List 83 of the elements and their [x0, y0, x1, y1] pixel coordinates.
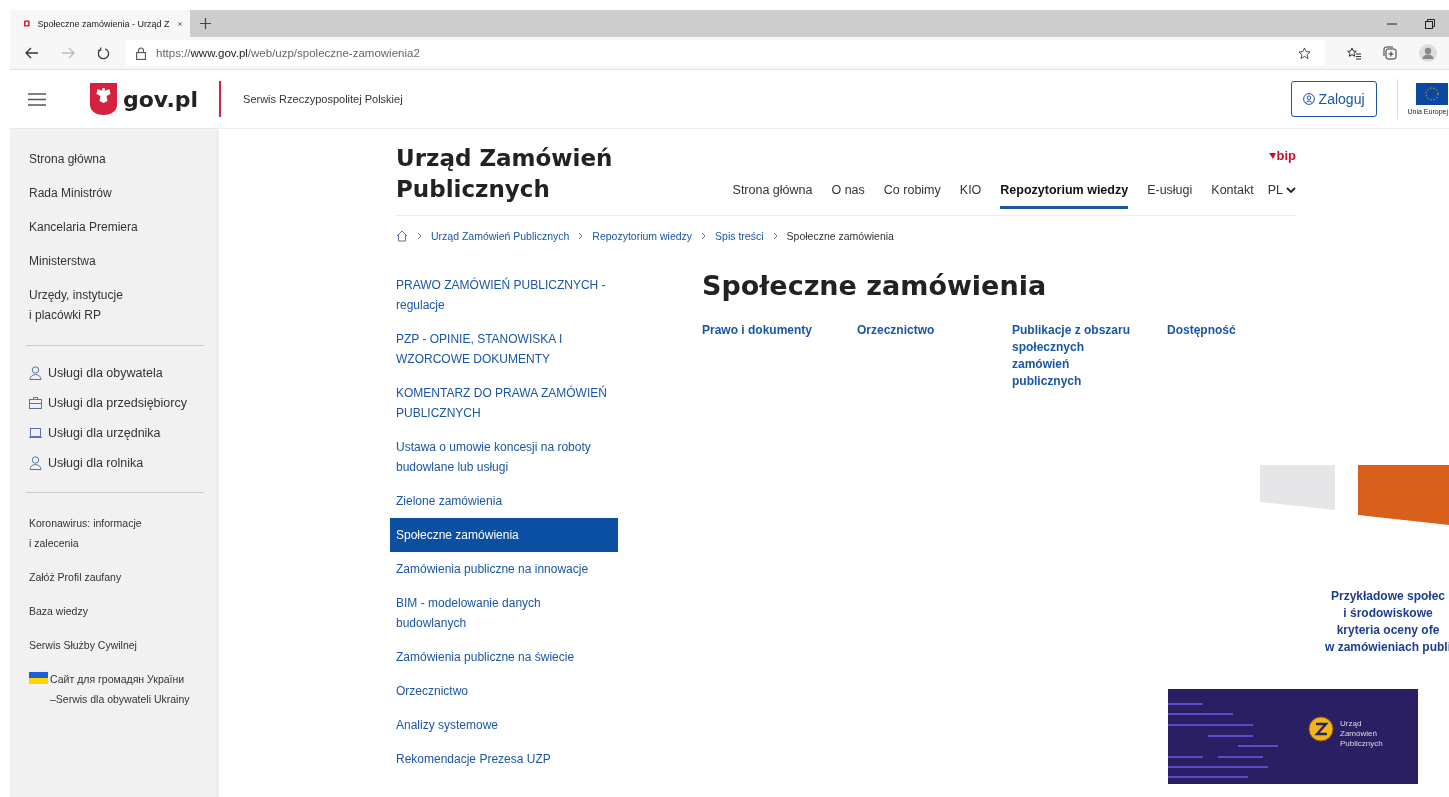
- ukraine-link[interactable]: Сайт для громадян України –Serwis dla obywateli Ukrainy: [50, 669, 190, 709]
- section-menu-item[interactable]: PZP - OPINIE, STANOWISKA I WZORCOWE DOKUMENTY: [390, 322, 618, 376]
- section-menu-item[interactable]: BIM - modelowanie danych budowlanych: [390, 586, 618, 640]
- login-button[interactable]: Zaloguj: [1290, 81, 1377, 117]
- sidebar-link[interactable]: Urzędy, instytucje i placówki RP: [29, 285, 203, 325]
- user-icon: [1302, 93, 1315, 105]
- sidebar-link[interactable]: Kancelaria Premiera: [29, 217, 203, 237]
- section-menu-item[interactable]: PRAWO ZAMÓWIEŃ PUBLICZNYCH - regulacje: [390, 268, 618, 322]
- back-icon[interactable]: [25, 47, 39, 59]
- page-title: Społeczne zamówienia: [702, 269, 1048, 303]
- bip-flag-icon: [1268, 152, 1276, 159]
- nav-tab[interactable]: KIO: [959, 183, 982, 209]
- nav-tab[interactable]: O nas: [831, 183, 865, 209]
- category-link[interactable]: Publikacje z obszaru społecznych zamówień publicznych: [1012, 322, 1167, 390]
- new-tab-icon[interactable]: [200, 18, 211, 29]
- briefcase-icon: [29, 396, 42, 410]
- z-logo-icon: [1308, 716, 1334, 742]
- lock-icon: [136, 46, 146, 60]
- category-link[interactable]: Orzecznictwo: [857, 322, 1012, 390]
- person-icon: [29, 366, 42, 380]
- monitor-icon: [29, 426, 42, 440]
- emblem-icon: [24, 18, 30, 29]
- cover-text: Urząd Zamówień Publicznych: [1340, 719, 1383, 749]
- nav-tab[interactable]: E-usługi: [1147, 183, 1193, 209]
- restore-icon[interactable]: [1425, 18, 1435, 29]
- breadcrumb-link[interactable]: Spis treści: [715, 230, 764, 242]
- star-icon[interactable]: [1298, 46, 1311, 60]
- sidebar-link[interactable]: Strona główna: [29, 149, 203, 169]
- section-menu-item[interactable]: Społeczne zamówienia: [390, 518, 618, 552]
- chevron-icon: [578, 232, 584, 240]
- category-link[interactable]: Dostępność: [1167, 322, 1322, 390]
- reload-icon[interactable]: [97, 46, 110, 60]
- minimize-icon[interactable]: [1387, 22, 1397, 25]
- category-link[interactable]: Prawo i dokumenty: [702, 322, 857, 390]
- sidebar-link[interactable]: Koronawirus: informacje i zalecenia: [29, 513, 203, 553]
- eu-flag-icon: [1416, 83, 1448, 105]
- publication-cover[interactable]: Urząd Zamówień Publicznych: [1168, 689, 1418, 784]
- tab-title: Społeczne zamówienia - Urząd Z: [37, 18, 170, 29]
- section-menu-item[interactable]: Zamówienia publiczne na świecie: [390, 640, 618, 674]
- logo-text[interactable]: gov.pl: [123, 86, 199, 112]
- breadcrumb-link[interactable]: Urząd Zamówień Publicznych: [431, 230, 570, 242]
- service-link[interactable]: Usługi dla rolnika: [29, 456, 203, 470]
- menu-icon[interactable]: [28, 92, 46, 106]
- section-menu-item[interactable]: Zielone zamówienia: [390, 484, 618, 518]
- language-dropdown[interactable]: PL: [1267, 183, 1296, 209]
- chevron-icon: [417, 232, 422, 240]
- nav-tab[interactable]: Repozytorium wiedzy: [1000, 183, 1129, 209]
- home-icon[interactable]: [396, 230, 408, 242]
- service-link[interactable]: Usługi dla przedsiębiorcy: [29, 396, 203, 410]
- sidebar-link[interactable]: Załóż Profil zaufany: [29, 567, 203, 587]
- nav-tab[interactable]: Strona główna: [732, 183, 813, 209]
- bip-logo[interactable]: bip: [1276, 148, 1296, 163]
- site-name: Urząd Zamówień Publicznych: [396, 144, 613, 204]
- profile-icon[interactable]: [1419, 44, 1437, 62]
- service-link[interactable]: Usługi dla urzędnika: [29, 426, 203, 440]
- sidebar-link[interactable]: Rada Ministrów: [29, 183, 203, 203]
- collections-icon[interactable]: [1383, 46, 1397, 60]
- url-text: https://www.gov.pl/web/uzp/spoleczne-zamowienia2: [156, 47, 420, 59]
- section-menu-item[interactable]: Rekomendacje Prezesa UZP: [390, 742, 618, 776]
- sidebar-link[interactable]: Baza wiedzy: [29, 601, 203, 621]
- browser-tab[interactable]: Społeczne zamówienia - Urząd Z: [10, 10, 190, 37]
- section-menu-item[interactable]: Ustawa o umowie koncesji na roboty budowlane lub usługi: [390, 430, 618, 484]
- section-menu-item[interactable]: Orzecznictwo: [390, 674, 618, 708]
- service-link[interactable]: Usługi dla obywatela: [29, 366, 203, 380]
- caret-icon: [1286, 186, 1296, 194]
- chevron-icon: [701, 232, 707, 240]
- breadcrumb-link[interactable]: Repozytorium wiedzy: [592, 230, 693, 242]
- chevron-icon: [772, 232, 778, 240]
- favorites-icon[interactable]: [1347, 46, 1361, 60]
- address-field[interactable]: https://www.gov.pl/web/uzp/spoleczne-zamowienia2: [126, 40, 1325, 66]
- ukraine-flag-icon: [29, 672, 48, 684]
- nav-tab[interactable]: Co robimy: [883, 183, 941, 209]
- section-menu-item[interactable]: Analizy systemowe: [390, 708, 618, 742]
- tagline: Serwis Rzeczypospolitej Polskiej: [243, 93, 403, 105]
- close-icon[interactable]: [177, 19, 182, 28]
- section-menu-item[interactable]: Zamówienia publiczne na innowacje: [390, 552, 618, 586]
- sidebar-link[interactable]: Ministerstwa: [29, 251, 203, 271]
- breadcrumb-link[interactable]: Społeczne zamówienia: [786, 230, 894, 242]
- eagle-emblem-icon: [90, 83, 117, 115]
- person-icon: [29, 456, 42, 470]
- sidebar-link[interactable]: Serwis Służby Cywilnej: [29, 635, 203, 655]
- nav-tab[interactable]: Kontakt: [1211, 183, 1254, 209]
- section-menu-item[interactable]: KOMENTARZ DO PRAWA ZAMÓWIEŃ PUBLICZNYCH: [390, 376, 618, 430]
